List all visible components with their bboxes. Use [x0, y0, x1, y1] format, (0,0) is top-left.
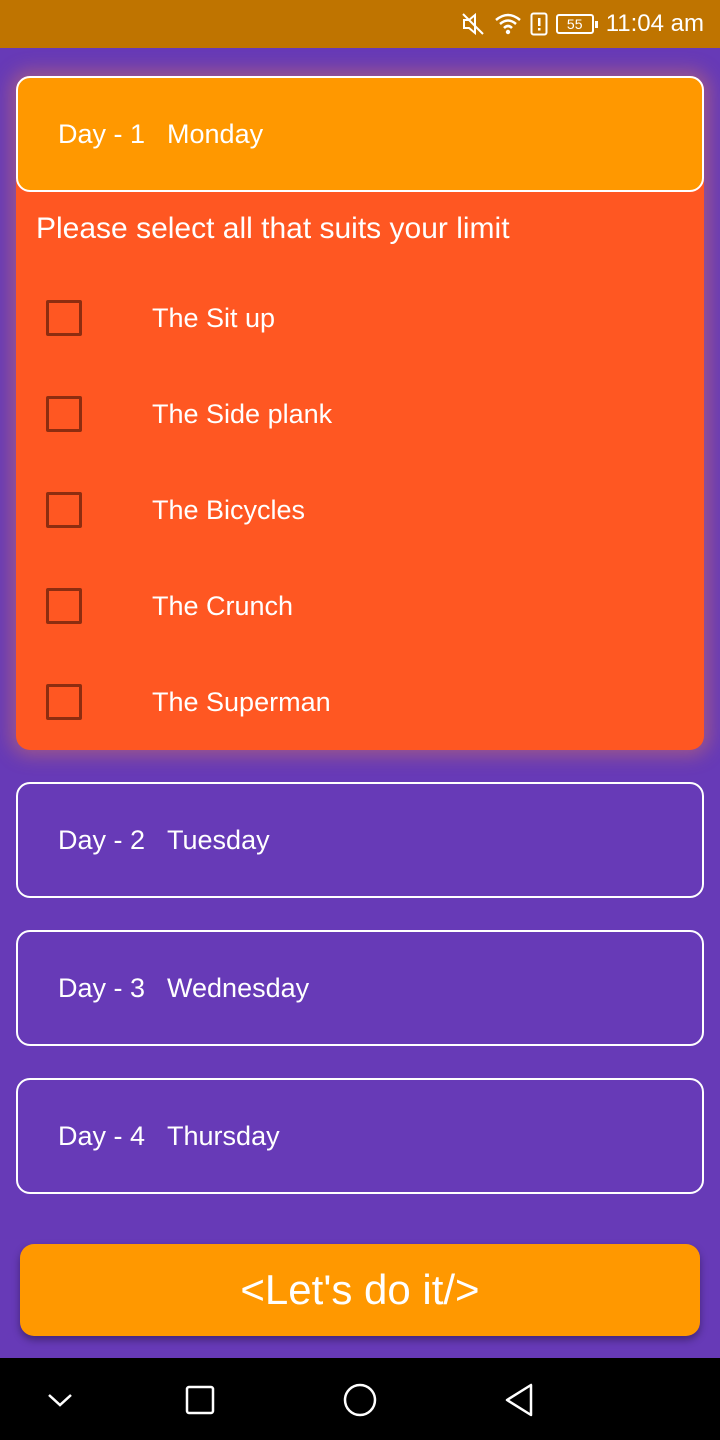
- exercise-label: The Sit up: [152, 302, 276, 333]
- system-nav-bar: [0, 1358, 720, 1440]
- battery-icon: 55: [555, 14, 598, 34]
- circle-icon[interactable]: [338, 1378, 382, 1422]
- day-2-card[interactable]: Day - 2 Tuesday: [16, 782, 704, 898]
- exercise-label: The Superman: [152, 686, 331, 717]
- exercise-row-crunch[interactable]: The Crunch: [16, 566, 704, 646]
- day-name: Wednesday: [167, 972, 310, 1003]
- exercise-row-bicycles[interactable]: The Bicycles: [16, 470, 704, 550]
- day-number: Day - 2: [58, 824, 146, 855]
- day-1-header[interactable]: Day - 1 Monday: [16, 76, 704, 192]
- day-number: Day - 4: [58, 1120, 146, 1151]
- exercise-row-sit-up[interactable]: The Sit up: [16, 278, 704, 358]
- day-number: Day - 3: [58, 972, 146, 1003]
- exercise-label: The Bicycles: [152, 494, 306, 525]
- wifi-icon: [494, 12, 522, 36]
- day-1-expanded-panel: Day - 1 Monday Please select all that su…: [16, 76, 704, 750]
- day-name: Monday: [167, 118, 264, 149]
- day-number: Day - 1: [58, 118, 146, 149]
- checkbox[interactable]: [46, 684, 82, 720]
- back-triangle-icon[interactable]: [498, 1378, 542, 1422]
- day-4-card[interactable]: Day - 4 Thursday: [16, 1078, 704, 1194]
- status-bar: 55 11:04 am: [0, 0, 720, 48]
- exercise-label: The Crunch: [152, 590, 294, 621]
- chevron-down-icon[interactable]: [38, 1378, 82, 1422]
- mute-icon: [460, 11, 486, 37]
- exercise-row-side-plank[interactable]: The Side plank: [16, 374, 704, 454]
- exercise-label: The Side plank: [152, 398, 333, 429]
- exercise-row-superman[interactable]: The Superman: [16, 662, 704, 742]
- day-3-card[interactable]: Day - 3 Wednesday: [16, 930, 704, 1046]
- checkbox[interactable]: [46, 588, 82, 624]
- day-name: Thursday: [167, 1120, 280, 1151]
- checkbox[interactable]: [46, 492, 82, 528]
- lets-do-it-button[interactable]: <Let's do it/>: [20, 1244, 700, 1336]
- status-time: 11:04 am: [605, 10, 704, 37]
- checkbox[interactable]: [46, 300, 82, 336]
- square-icon[interactable]: [178, 1378, 222, 1422]
- selection-prompt: Please select all that suits your limit: [36, 212, 510, 245]
- day-name: Tuesday: [167, 824, 270, 855]
- checkbox[interactable]: [46, 396, 82, 432]
- alert-icon: [530, 12, 548, 36]
